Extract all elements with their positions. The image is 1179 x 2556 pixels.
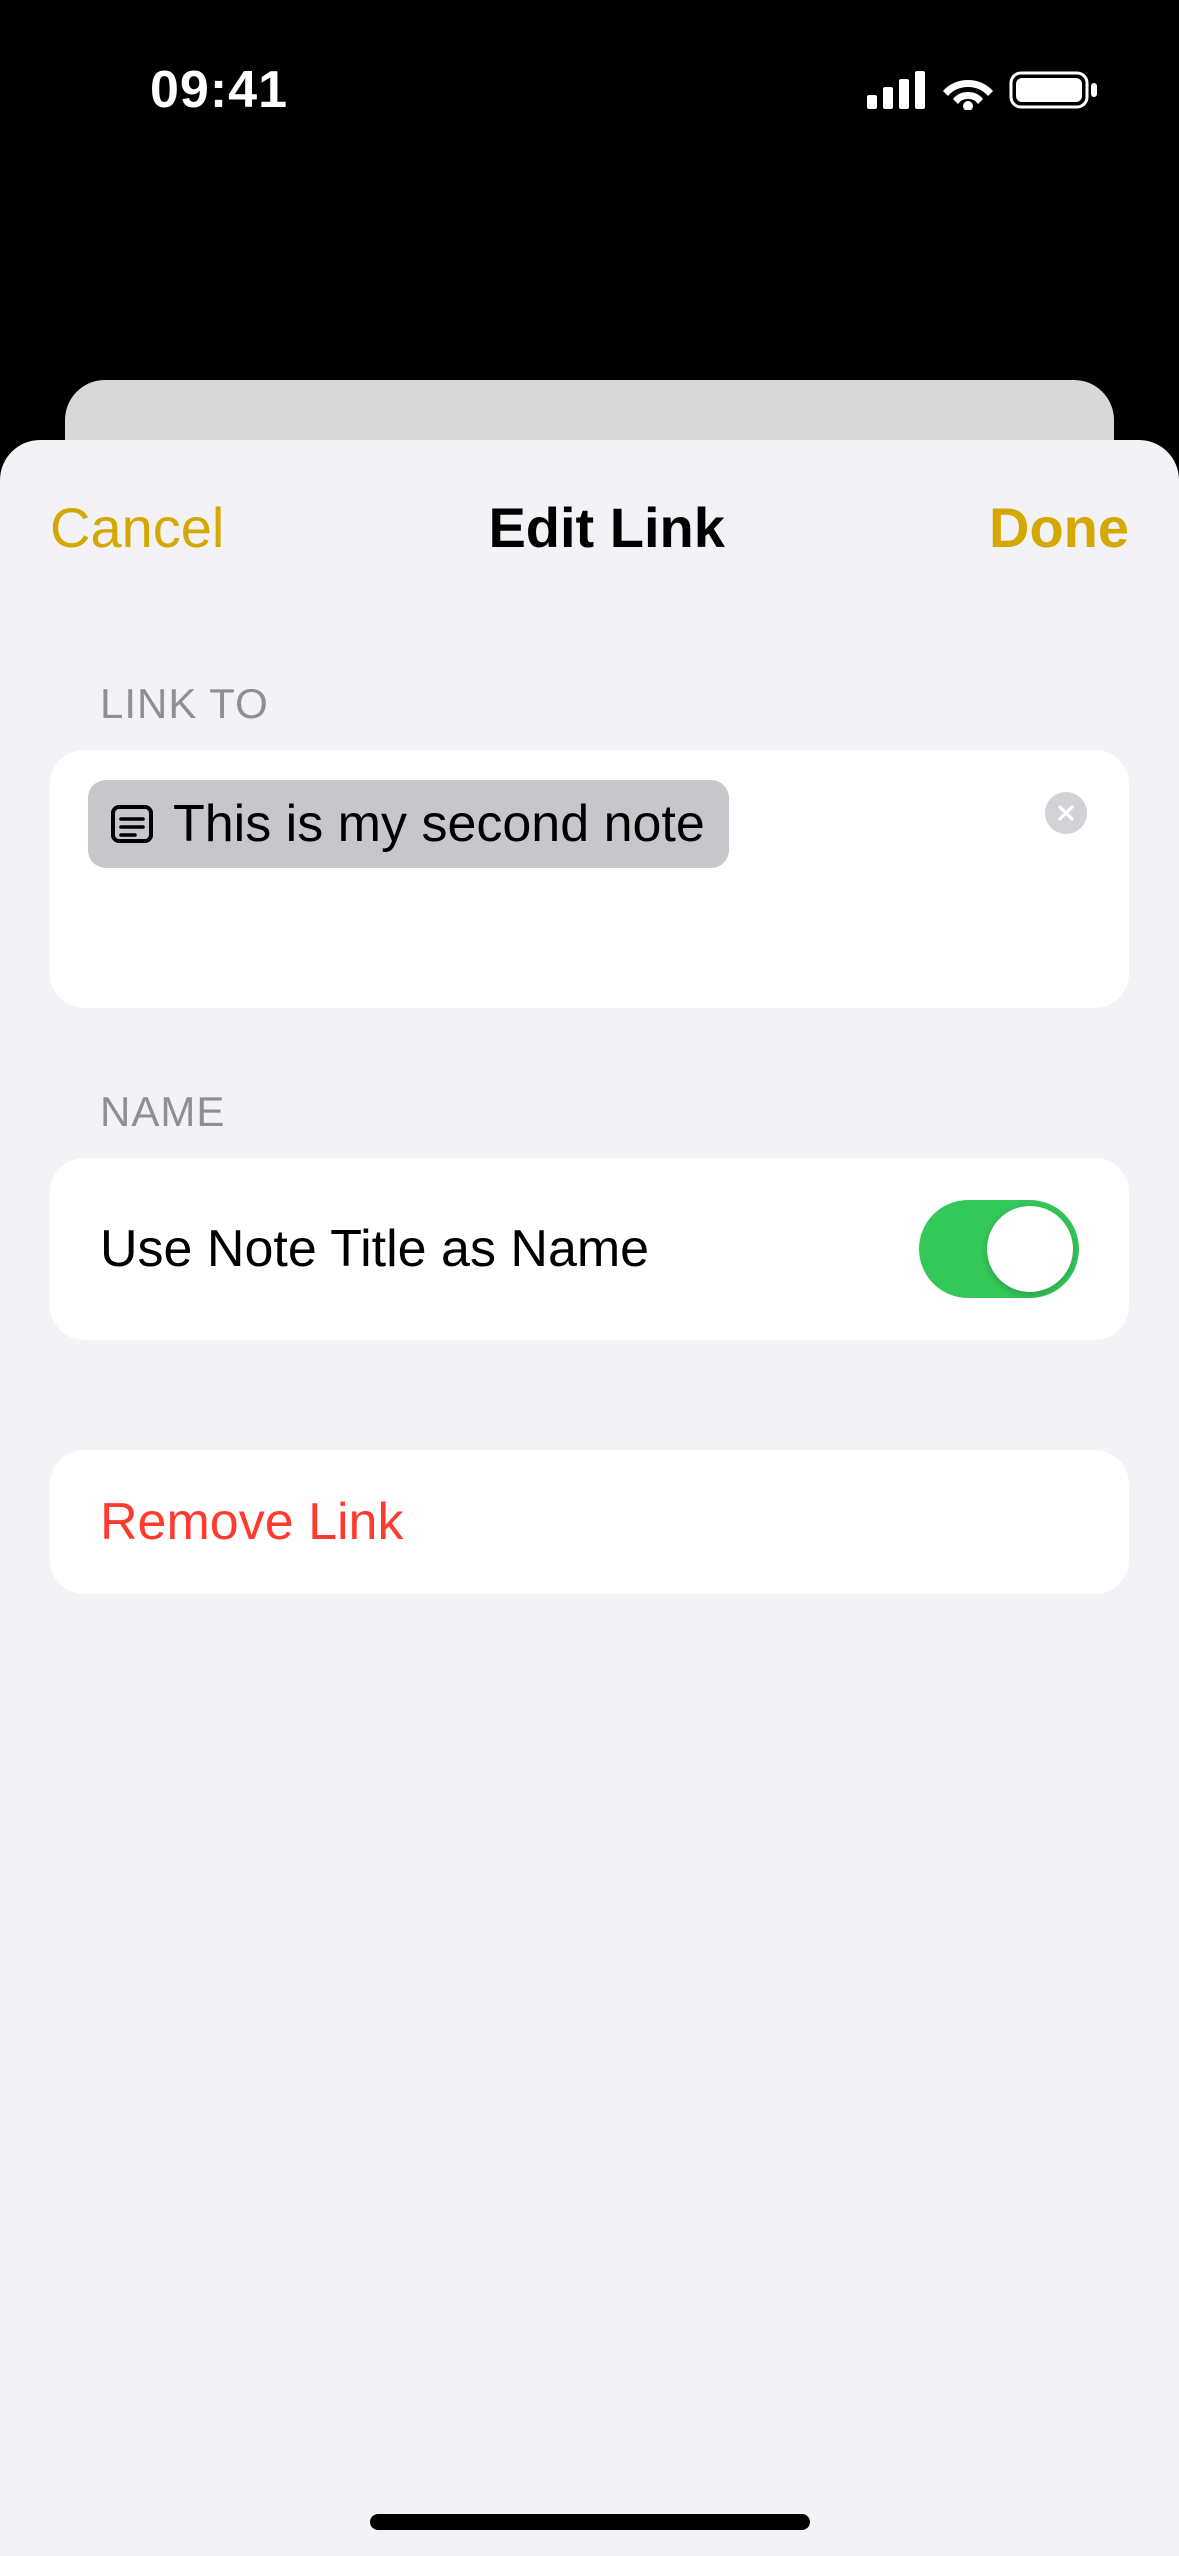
wifi-icon	[941, 70, 995, 110]
remove-link-button[interactable]: Remove Link	[50, 1450, 1129, 1594]
use-title-label: Use Note Title as Name	[100, 1219, 649, 1279]
linked-note-chip[interactable]: This is my second note	[88, 780, 729, 868]
home-indicator[interactable]	[370, 2514, 810, 2530]
linked-note-title: This is my second note	[173, 794, 705, 854]
use-title-toggle[interactable]	[919, 1200, 1079, 1298]
cellular-signal-icon	[867, 71, 927, 109]
done-button[interactable]: Done	[989, 495, 1129, 560]
edit-link-modal: Cancel Edit Link Done LINK TO This is my…	[0, 440, 1179, 2556]
battery-icon	[1009, 69, 1099, 111]
status-bar: 09:41	[0, 0, 1179, 180]
remove-section: Remove Link	[0, 1450, 1179, 1594]
use-title-row: Use Note Title as Name	[50, 1158, 1129, 1340]
nav-bar: Cancel Edit Link Done	[0, 440, 1179, 600]
name-card: Use Note Title as Name	[50, 1158, 1129, 1340]
name-section: NAME Use Note Title as Name	[0, 1088, 1179, 1340]
status-time: 09:41	[150, 60, 288, 120]
note-icon	[106, 798, 158, 850]
toggle-knob	[987, 1206, 1073, 1292]
remove-link-label: Remove Link	[100, 1493, 403, 1551]
link-to-field[interactable]: This is my second note	[50, 750, 1129, 1008]
status-indicators	[867, 69, 1099, 111]
clear-link-button[interactable]	[1045, 792, 1087, 834]
link-to-section: LINK TO This is my second note	[0, 680, 1179, 1008]
name-header: NAME	[100, 1088, 1129, 1136]
link-to-header: LINK TO	[100, 680, 1129, 728]
modal-title: Edit Link	[488, 495, 724, 560]
cancel-button[interactable]: Cancel	[50, 495, 224, 560]
